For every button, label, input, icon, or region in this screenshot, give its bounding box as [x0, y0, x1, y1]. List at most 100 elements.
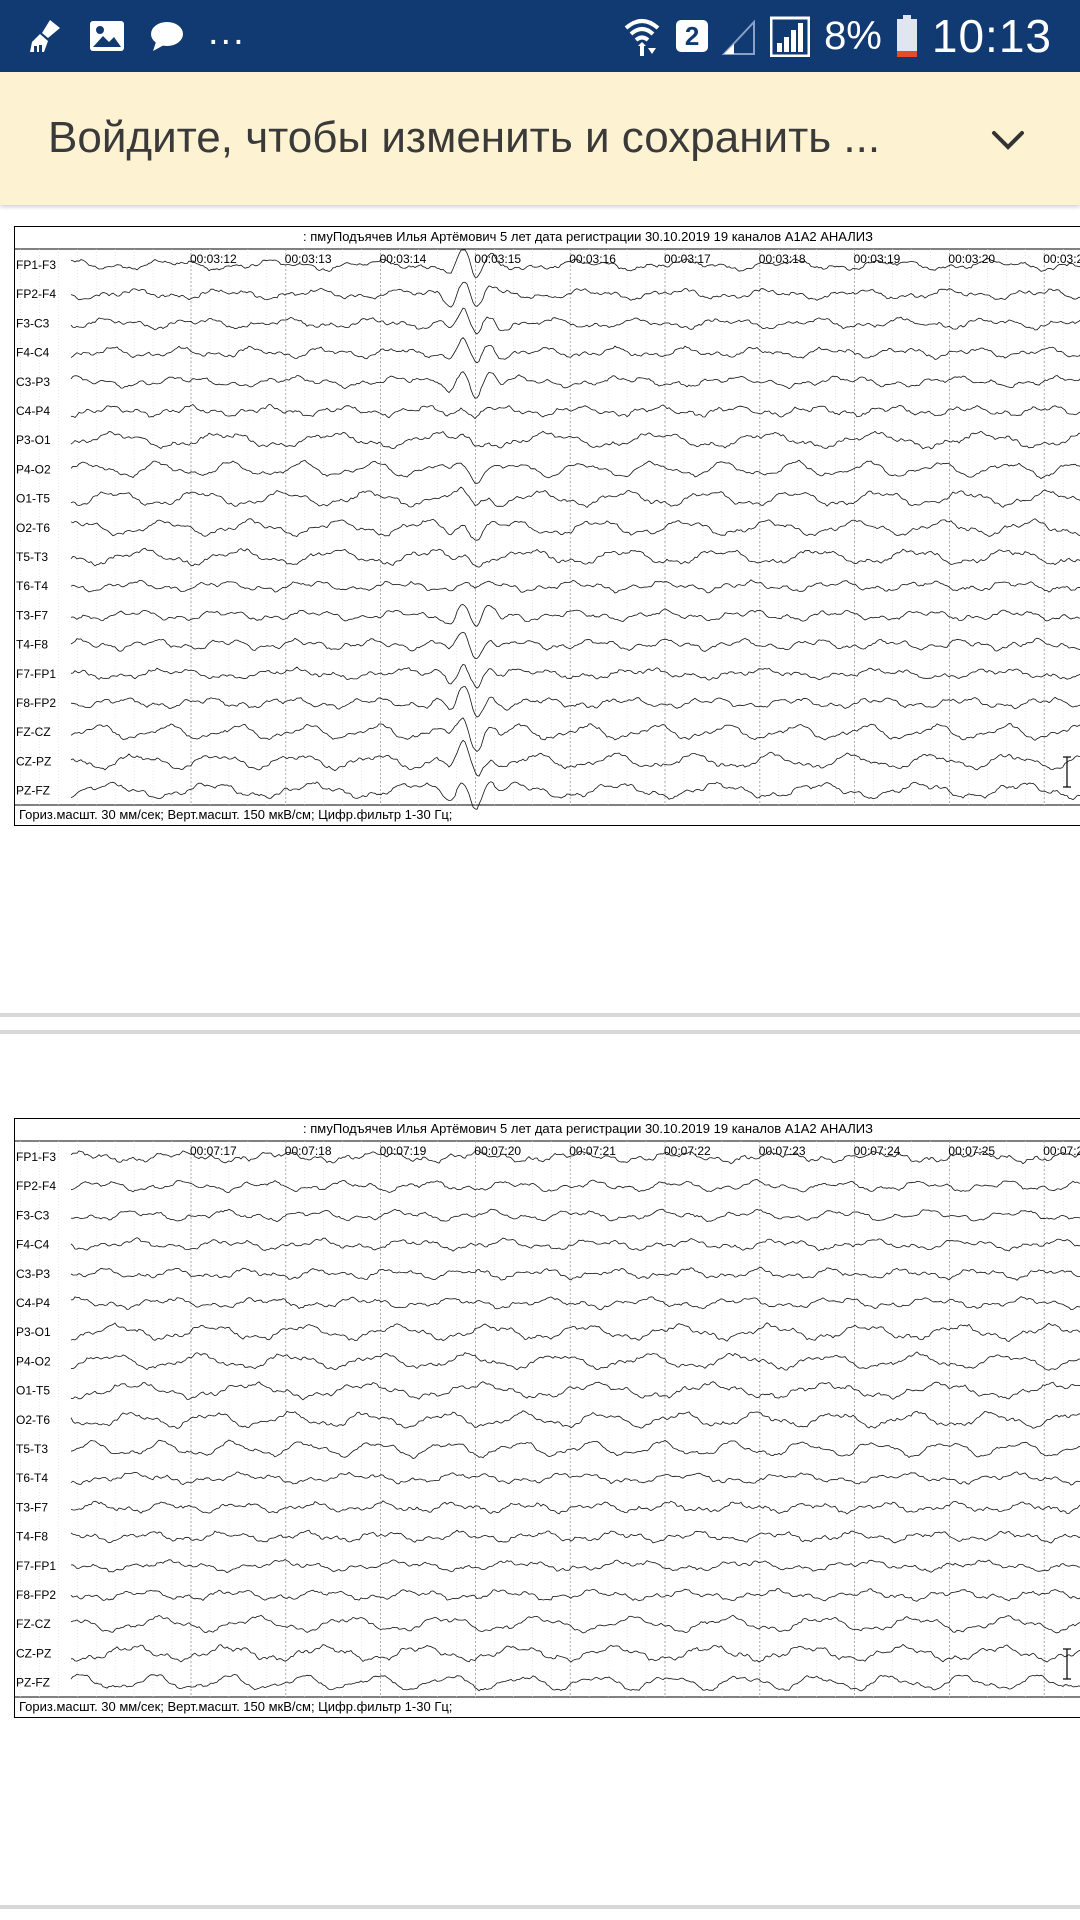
channel-label: P4-O2	[16, 1354, 51, 1368]
eeg-trace-canvas-1: 00:03:12 00:03:13 00:03:14 00:03:15 00:03:16…	[15, 248, 1080, 810]
status-bar: ... 2 8% 10:13	[0, 0, 1080, 72]
channel-label: C3-P3	[16, 1267, 50, 1281]
page-divider	[0, 1905, 1080, 1909]
channel-label: FP1-F3	[16, 258, 56, 272]
chat-icon	[148, 17, 186, 55]
eeg-page-title: : пмуПодъячев Илья Артёмович 5 лет дата …	[303, 1121, 873, 1136]
status-left: ...	[26, 12, 246, 60]
channel-label: CZ-PZ	[16, 1646, 51, 1660]
channel-label: O2-T6	[16, 521, 50, 535]
chevron-down-icon[interactable]	[988, 120, 1028, 160]
signin-banner[interactable]: Войдите, чтобы изменить и сохранить ...	[0, 72, 1080, 205]
channel-label: T6-T4	[16, 1471, 48, 1485]
channel-label: CZ-PZ	[16, 754, 51, 768]
channel-label: T5-T3	[16, 550, 48, 564]
calibration-marker	[1063, 756, 1071, 788]
time-label: 00:03:15	[474, 252, 521, 266]
eeg-trace	[70, 518, 1080, 541]
channel-label: P3-O1	[16, 433, 51, 447]
channel-label: F7-FP1	[16, 667, 56, 681]
eeg-trace	[70, 1237, 1080, 1252]
eeg-trace	[70, 1471, 1080, 1486]
channel-label: T4-F8	[16, 638, 48, 652]
channel-label: P4-O2	[16, 462, 51, 476]
eeg-trace	[70, 739, 1080, 777]
sim-badge: 2	[676, 20, 709, 52]
time-label: 00:07:24	[854, 1144, 901, 1158]
status-right: 2 8% 10:13	[622, 8, 1052, 64]
eeg-trace	[70, 1322, 1080, 1342]
eeg-trace	[70, 1178, 1080, 1193]
time-label: 00:03:18	[759, 252, 806, 266]
calibration-marker	[1063, 1648, 1071, 1680]
eeg-trace	[70, 1296, 1080, 1311]
channel-label: C3-P3	[16, 375, 50, 389]
time-label: 00:07:17	[190, 1144, 237, 1158]
channel-label: O1-T5	[16, 1384, 50, 1398]
eeg-trace	[70, 1500, 1080, 1515]
eeg-trace-canvas-2: 00:07:17 00:07:18 00:07:19 00:07:20 00:07:21…	[15, 1140, 1080, 1698]
eeg-page-1: 00:03:12 00:03:13 00:03:14 00:03:15 00:03:16…	[14, 226, 1080, 826]
channel-label: FZ-CZ	[16, 725, 51, 739]
eeg-trace	[70, 1410, 1080, 1429]
eeg-trace	[70, 717, 1080, 753]
eeg-trace	[70, 547, 1080, 568]
eeg-trace	[70, 459, 1080, 484]
channel-label: P3-O1	[16, 1325, 51, 1339]
channel-label: C4-P4	[16, 1296, 50, 1310]
channel-label: F7-FP1	[16, 1559, 56, 1573]
eeg-trace	[70, 337, 1080, 364]
time-label: 00:07:26	[1043, 1144, 1080, 1158]
time-label: 00:07:18	[285, 1144, 332, 1158]
wifi-icon	[622, 14, 662, 58]
eeg-trace	[70, 403, 1080, 420]
eeg-trace	[70, 307, 1080, 335]
channel-label: T4-F8	[16, 1530, 48, 1544]
eeg-trace	[70, 1588, 1080, 1602]
channel-label: PZ-FZ	[16, 1676, 50, 1690]
channel-label: F8-FP2	[16, 696, 56, 710]
channel-label: O2-T6	[16, 1413, 50, 1427]
eeg-trace	[70, 1266, 1080, 1281]
eeg-trace	[70, 1381, 1080, 1401]
eeg-trace	[70, 430, 1080, 450]
channel-label: F3-C3	[16, 1208, 50, 1222]
time-label: 00:03:21	[1043, 252, 1080, 266]
eeg-trace	[70, 486, 1080, 509]
eeg-trace	[70, 1673, 1080, 1692]
channel-label: T3-F7	[16, 608, 48, 622]
eeg-trace	[70, 281, 1080, 308]
channel-label: T3-F7	[16, 1500, 48, 1514]
channel-label: FP1-F3	[16, 1150, 56, 1164]
page-divider	[0, 1030, 1080, 1034]
channel-label: FZ-CZ	[16, 1617, 51, 1631]
more-notifications-icon: ...	[208, 11, 246, 53]
page-divider	[0, 1013, 1080, 1017]
eeg-page-footer: Гориз.масшт. 30 мм/сек; Верт.масшт. 150 …	[19, 1699, 453, 1714]
eeg-trace	[70, 603, 1080, 627]
gallery-icon	[88, 17, 126, 55]
time-label: 00:03:13	[285, 252, 332, 266]
eeg-trace	[70, 1559, 1080, 1574]
eeg-trace	[70, 664, 1080, 689]
battery-low-icon	[896, 14, 918, 58]
broom-icon	[26, 16, 66, 56]
eeg-page-2: 00:07:17 00:07:18 00:07:19 00:07:20 00:07:21…	[14, 1118, 1080, 1718]
eeg-trace	[70, 579, 1080, 594]
channel-label: T5-T3	[16, 1442, 48, 1456]
time-label: 00:07:21	[569, 1144, 616, 1158]
signin-banner-text[interactable]: Войдите, чтобы изменить и сохранить ...	[48, 110, 880, 166]
eeg-page-footer: Гориз.масшт. 30 мм/сек; Верт.масшт. 150 …	[19, 807, 453, 822]
eeg-trace	[70, 371, 1080, 399]
signal-icon	[770, 15, 811, 57]
signal-weak-icon	[722, 16, 756, 56]
channel-label: F8-FP2	[16, 1588, 56, 1602]
eeg-grid	[20, 1141, 1064, 1697]
eeg-trace	[70, 1439, 1080, 1459]
channel-label: F4-C4	[16, 1238, 50, 1252]
eeg-page-title: : пмуПодъячев Илья Артёмович 5 лет дата …	[303, 229, 873, 244]
channel-label: T6-T4	[16, 579, 48, 593]
eeg-trace	[70, 1351, 1080, 1371]
channel-label: FP2-F4	[16, 287, 56, 301]
channel-label: FP2-F4	[16, 1179, 56, 1193]
